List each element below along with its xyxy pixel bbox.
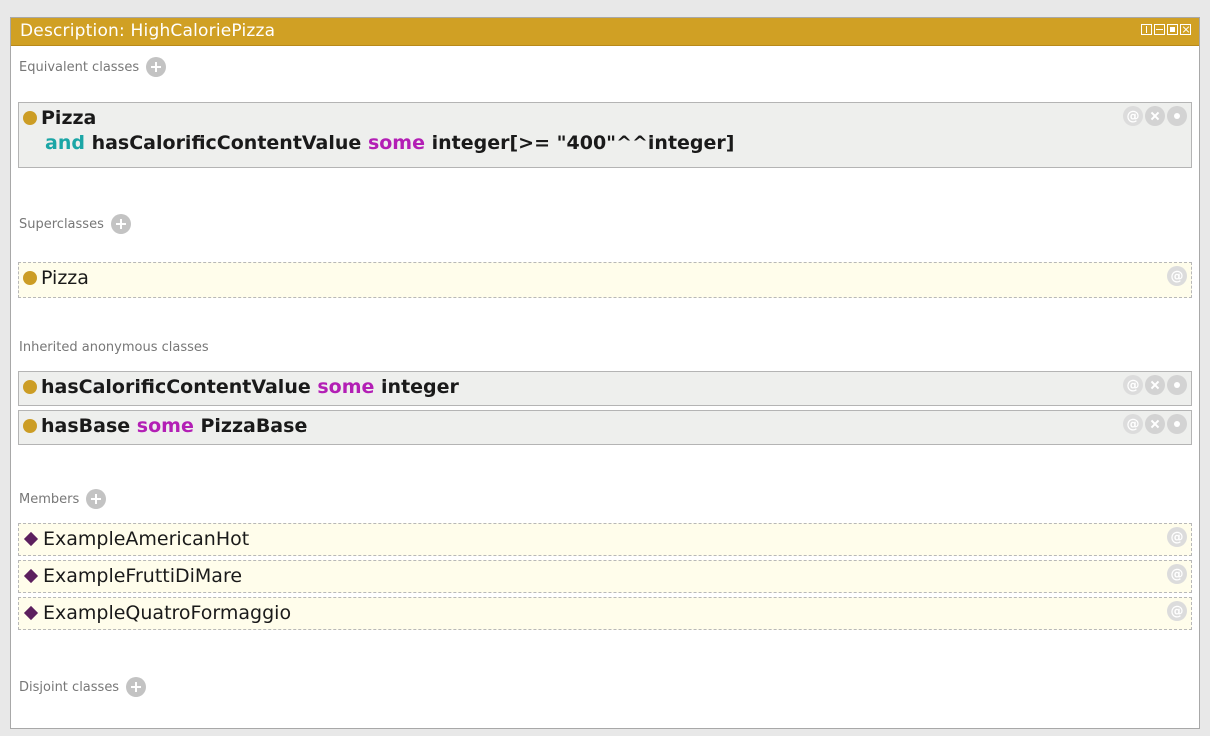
member-name: ExampleFruttiDiMare: [23, 564, 242, 589]
property-name: hasCalorificContentValue: [91, 132, 362, 154]
edit-button[interactable]: [1167, 106, 1187, 126]
equivalent-class-row[interactable]: Pizza and hasCalorificContentValue some …: [18, 102, 1192, 168]
equivalent-classes-header: Equivalent classes: [19, 57, 167, 77]
edit-button[interactable]: [1167, 375, 1187, 395]
member-row[interactable]: ExampleFruttiDiMare @: [18, 560, 1192, 593]
annotate-button[interactable]: @: [1123, 375, 1143, 395]
superclass-expression: Pizza: [23, 266, 89, 291]
superclasses-header: Superclasses: [19, 214, 131, 234]
description-content: Equivalent classes Pizza and hasCalorifi…: [11, 46, 1199, 728]
equivalent-class-expression: Pizza and hasCalorificContentValue some …: [23, 106, 734, 156]
row-actions: @: [1123, 414, 1187, 434]
filler-name: PizzaBase: [200, 415, 308, 437]
annotate-button[interactable]: @: [1123, 106, 1143, 126]
window-controls: [1141, 24, 1191, 35]
delete-button[interactable]: [1145, 375, 1165, 395]
member-name: ExampleQuatroFormaggio: [23, 601, 291, 626]
property-name: hasBase: [41, 415, 131, 437]
keyword-some: some: [136, 415, 194, 437]
delete-button[interactable]: [1145, 414, 1165, 434]
inherited-class-row[interactable]: hasBase some PizzaBase @: [18, 410, 1192, 445]
panel-title: Description: HighCaloriePizza: [20, 21, 276, 41]
edit-button[interactable]: [1167, 414, 1187, 434]
close-view-icon[interactable]: [1180, 24, 1191, 35]
delete-button[interactable]: [1145, 106, 1165, 126]
keyword-and: and: [45, 132, 85, 154]
inherited-class-expression: hasCalorificContentValue some integer: [23, 375, 459, 400]
row-actions: @: [1167, 601, 1187, 621]
class-icon: [23, 111, 37, 125]
inherited-anonymous-classes-label: Inherited anonymous classes: [19, 339, 209, 355]
individual-icon: [23, 531, 39, 547]
class-icon: [23, 419, 37, 433]
disjoint-classes-label: Disjoint classes: [19, 679, 120, 695]
add-member-button[interactable]: [86, 489, 107, 509]
superclass-row[interactable]: Pizza @: [18, 262, 1192, 298]
filler-name: integer: [381, 376, 459, 398]
individual-name: ExampleQuatroFormaggio: [43, 602, 292, 624]
individual-name: ExampleFruttiDiMare: [43, 565, 243, 587]
individual-icon: [23, 568, 39, 584]
member-row[interactable]: ExampleAmericanHot @: [18, 523, 1192, 556]
annotate-button[interactable]: @: [1167, 266, 1187, 286]
panel-titlebar: Description: HighCaloriePizza: [11, 18, 1199, 46]
description-panel: Description: HighCaloriePizza Equivalent…: [10, 17, 1200, 729]
row-actions: @: [1167, 564, 1187, 584]
individual-icon: [23, 605, 39, 621]
maximize-icon[interactable]: [1167, 24, 1178, 35]
member-name: ExampleAmericanHot: [23, 527, 249, 552]
disjoint-classes-header: Disjoint classes: [19, 677, 147, 697]
add-equivalent-class-button[interactable]: [146, 57, 167, 77]
class-icon: [23, 271, 37, 285]
datatype-restriction: integer[>= "400"^^integer]: [431, 132, 735, 154]
equivalent-classes-label: Equivalent classes: [19, 59, 140, 75]
add-disjoint-class-button[interactable]: [126, 677, 147, 697]
keyword-some: some: [317, 376, 375, 398]
split-vertical-icon[interactable]: [1141, 24, 1152, 35]
annotate-button[interactable]: @: [1167, 564, 1187, 584]
members-label: Members: [19, 491, 80, 507]
row-actions: @: [1123, 375, 1187, 395]
annotate-button[interactable]: @: [1123, 414, 1143, 434]
individual-name: ExampleAmericanHot: [43, 528, 250, 550]
inherited-anonymous-classes-header: Inherited anonymous classes: [19, 337, 209, 357]
add-superclass-button[interactable]: [110, 214, 131, 234]
row-actions: @: [1167, 266, 1187, 286]
inherited-class-expression: hasBase some PizzaBase: [23, 414, 307, 439]
class-name: Pizza: [41, 107, 97, 129]
class-name: Pizza: [41, 267, 89, 289]
row-actions: @: [1167, 527, 1187, 547]
class-icon: [23, 380, 37, 394]
superclasses-label: Superclasses: [19, 216, 104, 232]
property-name: hasCalorificContentValue: [41, 376, 311, 398]
row-actions: @: [1123, 106, 1187, 126]
annotate-button[interactable]: @: [1167, 601, 1187, 621]
annotate-button[interactable]: @: [1167, 527, 1187, 547]
members-header: Members: [19, 489, 107, 509]
inherited-class-row[interactable]: hasCalorificContentValue some integer @: [18, 371, 1192, 406]
member-row[interactable]: ExampleQuatroFormaggio @: [18, 597, 1192, 630]
split-horizontal-icon[interactable]: [1154, 24, 1165, 35]
keyword-some: some: [367, 132, 425, 154]
